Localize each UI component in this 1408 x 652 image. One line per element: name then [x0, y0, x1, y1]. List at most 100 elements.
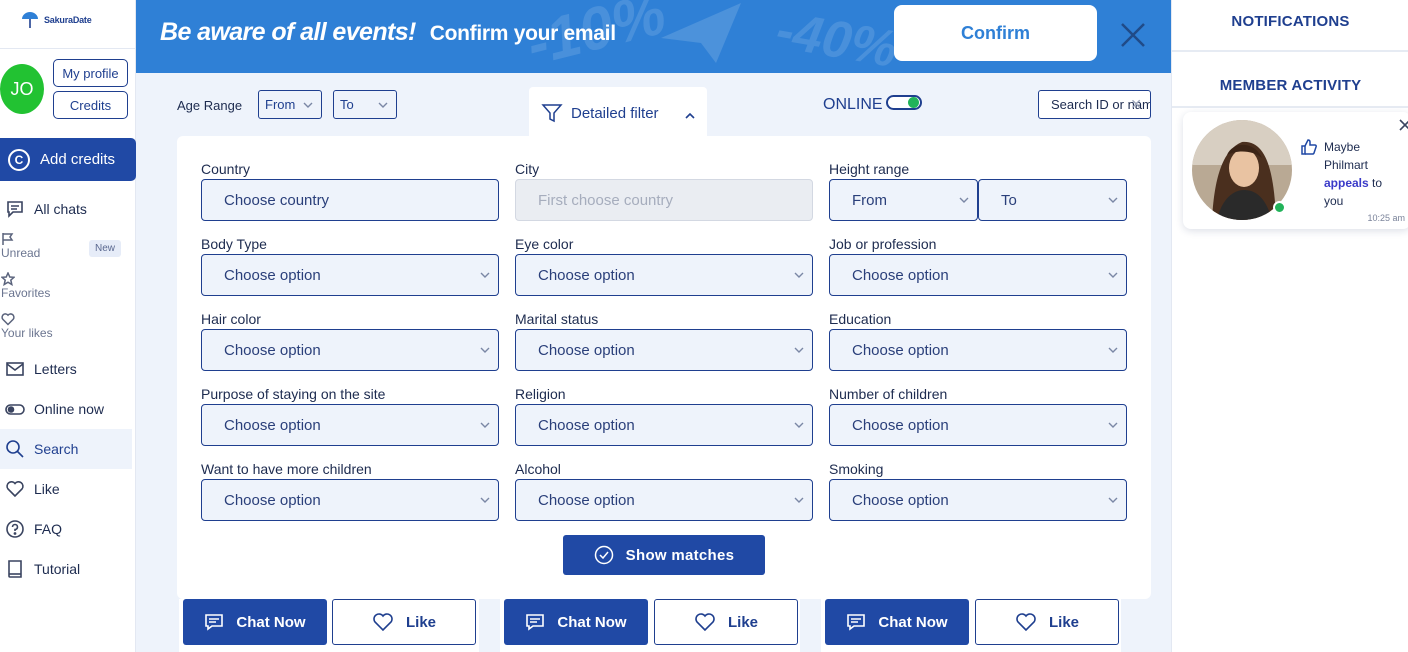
age-range-label: Age Range: [177, 98, 243, 113]
children-label: Number of children: [829, 386, 948, 402]
marital-status-select[interactable]: Choose option: [515, 329, 813, 371]
notification-prefix: Maybe: [1324, 140, 1361, 154]
height-to-select[interactable]: To: [978, 179, 1127, 221]
hair-color-label: Hair color: [201, 311, 261, 327]
detailed-filter-tab[interactable]: Detailed filter: [529, 87, 707, 139]
purpose-label: Purpose of staying on the site: [201, 386, 386, 402]
height-to-value: To: [1001, 191, 1017, 209]
sidebar-item-tutorial[interactable]: Tutorial: [0, 558, 132, 580]
city-placeholder: First choose country: [538, 191, 674, 209]
chevron-down-icon: [1108, 345, 1118, 355]
job-label: Job or profession: [829, 236, 937, 252]
body-type-label: Body Type: [201, 236, 267, 252]
chat-now-label: Chat Now: [236, 613, 306, 631]
check-circle-icon: [594, 545, 613, 565]
alcohol-select[interactable]: Choose option: [515, 479, 813, 521]
eye-color-label: Eye color: [515, 236, 574, 252]
online-status-dot: [1273, 201, 1286, 214]
credit-coin-icon: C: [8, 148, 30, 171]
logo-text: SakuraDate: [44, 15, 92, 25]
like-button[interactable]: Like: [332, 599, 476, 645]
chevron-down-icon: [480, 345, 490, 355]
online-toggle[interactable]: [886, 95, 922, 110]
detailed-filter-label: Detailed filter: [571, 104, 659, 122]
sidebar-item-online-now[interactable]: Online now: [0, 398, 132, 420]
sidebar: SakuraDate JO My profile Credits C Add c…: [0, 0, 136, 652]
sidebar-item-faq[interactable]: FAQ: [0, 518, 132, 540]
body-type-select[interactable]: Choose option: [201, 254, 499, 296]
height-from-value: From: [852, 191, 887, 209]
right-panel-divider: [1172, 106, 1408, 108]
notifications-tab[interactable]: NOTIFICATIONS: [1172, 13, 1408, 30]
notification-text: Maybe Philmart appeals to you: [1324, 138, 1404, 210]
height-from-select[interactable]: From: [829, 179, 978, 221]
chat-now-button[interactable]: Chat Now: [825, 599, 969, 645]
notification-member-name[interactable]: Philmart: [1324, 158, 1368, 172]
banner-headline: Be aware of all events!: [160, 18, 416, 46]
alcohol-label: Alcohol: [515, 461, 561, 477]
add-credits-label: Add credits: [40, 151, 116, 168]
question-icon: [4, 518, 26, 540]
chevron-down-icon: [794, 420, 804, 430]
avatar[interactable]: JO: [0, 64, 44, 114]
age-from-select[interactable]: From: [258, 90, 322, 119]
clear-icon[interactable]: ✕: [1130, 96, 1142, 113]
search-id-input[interactable]: Search ID or name ✕: [1038, 90, 1151, 119]
like-button[interactable]: Like: [975, 599, 1119, 645]
my-profile-button[interactable]: My profile: [53, 59, 128, 87]
sidebar-item-letters[interactable]: Letters: [0, 358, 132, 380]
confirm-email-button[interactable]: Confirm: [894, 5, 1097, 61]
like-button[interactable]: Like: [654, 599, 798, 645]
sidebar-item-all-chats[interactable]: All chats: [0, 198, 132, 220]
sidebar-item-unread[interactable]: Unread: [1, 232, 40, 260]
marital-status-label: Marital status: [515, 311, 599, 327]
close-icon: [1121, 23, 1145, 47]
activity-notification[interactable]: Maybe Philmart appeals to you 10:25 am: [1183, 112, 1408, 229]
sidebar-item-favorites[interactable]: Favorites: [1, 272, 50, 300]
job-value: Choose option: [852, 266, 949, 284]
show-matches-label: Show matches: [625, 546, 735, 564]
credits-button[interactable]: Credits: [53, 91, 128, 119]
close-banner-button[interactable]: [1118, 20, 1148, 50]
sidebar-item-search[interactable]: Search: [0, 429, 132, 469]
chat-now-button[interactable]: Chat Now: [504, 599, 648, 645]
eye-color-select[interactable]: Choose option: [515, 254, 813, 296]
country-select[interactable]: Choose country: [201, 179, 499, 221]
age-to-select[interactable]: To: [333, 90, 397, 119]
religion-select[interactable]: Choose option: [515, 404, 813, 446]
detailed-filter-panel: Country Choose country City First choose…: [177, 136, 1151, 599]
logo[interactable]: SakuraDate: [20, 10, 92, 30]
show-matches-button[interactable]: Show matches: [563, 535, 765, 575]
heart-icon: [4, 478, 26, 500]
sidebar-item-your-likes[interactable]: Your likes: [1, 312, 53, 340]
chevron-down-icon: [1108, 195, 1118, 205]
children-select[interactable]: Choose option: [829, 404, 1127, 446]
more-children-select[interactable]: Choose option: [201, 479, 499, 521]
like-label: Like: [1048, 613, 1079, 631]
notification-time: 10:25 am: [1367, 213, 1405, 223]
sidebar-item-like[interactable]: Like: [0, 478, 132, 500]
smoking-select[interactable]: Choose option: [829, 479, 1127, 521]
book-icon: [4, 558, 26, 580]
chevron-down-icon: [303, 100, 313, 110]
member-activity-tab[interactable]: MEMBER ACTIVITY: [1172, 77, 1408, 94]
chat-now-button[interactable]: Chat Now: [183, 599, 327, 645]
religion-label: Religion: [515, 386, 566, 402]
sakura-logo-icon: [22, 12, 38, 28]
close-notification-button[interactable]: [1398, 118, 1408, 132]
hair-color-select[interactable]: Choose option: [201, 329, 499, 371]
envelope-icon: [4, 358, 26, 380]
hair-color-value: Choose option: [224, 341, 321, 359]
sidebar-divider: [0, 48, 136, 49]
job-select[interactable]: Choose option: [829, 254, 1127, 296]
purpose-select[interactable]: Choose option: [201, 404, 499, 446]
add-credits-button[interactable]: C Add credits: [0, 138, 136, 181]
right-panel-divider: [1172, 50, 1408, 52]
chevron-down-icon: [378, 100, 388, 110]
education-select[interactable]: Choose option: [829, 329, 1127, 371]
paper-plane-icon: [661, 3, 741, 63]
chat-bubble-icon: [4, 198, 26, 220]
like-label: Like: [405, 613, 436, 631]
children-value: Choose option: [852, 416, 949, 434]
purpose-value: Choose option: [224, 416, 321, 434]
